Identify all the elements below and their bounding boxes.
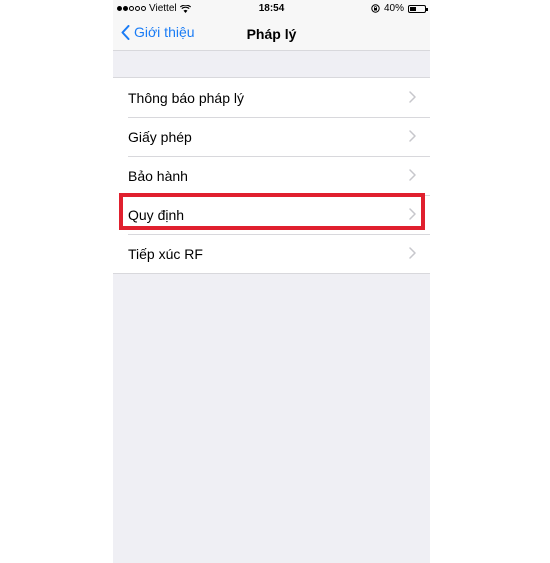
phone-screen: Viettel 18:54 40% Giới thiệu Pháp lý Thô…	[113, 0, 430, 563]
list-item-license[interactable]: Giấy phép	[113, 117, 430, 156]
status-bar: Viettel 18:54 40%	[113, 0, 430, 18]
list-item-label: Thông báo pháp lý	[128, 89, 244, 106]
chevron-right-icon	[409, 91, 416, 103]
rotation-lock-icon	[371, 4, 380, 13]
legal-list: Thông báo pháp lý Giấy phép Bảo hành Quy…	[113, 77, 430, 274]
navigation-bar: Giới thiệu Pháp lý	[113, 18, 430, 51]
list-item-legal-notices[interactable]: Thông báo pháp lý	[113, 78, 430, 117]
status-right: 40%	[371, 3, 428, 14]
list-item-rf-exposure[interactable]: Tiếp xúc RF	[113, 234, 430, 273]
chevron-right-icon	[409, 169, 416, 181]
page-title: Pháp lý	[246, 26, 297, 42]
battery-icon	[408, 4, 428, 13]
list-item-label: Giấy phép	[128, 128, 192, 145]
chevron-right-icon	[409, 208, 416, 220]
battery-percent: 40%	[383, 3, 404, 14]
list-item-label: Bảo hành	[128, 167, 188, 184]
battery-fill	[410, 6, 416, 11]
list-item-warranty[interactable]: Bảo hành	[113, 156, 430, 195]
chevron-right-icon	[409, 247, 416, 259]
list-item-label: Tiếp xúc RF	[128, 245, 203, 262]
list-item-regulatory[interactable]: Quy định	[113, 195, 430, 234]
chevron-right-icon	[409, 130, 416, 142]
list-item-label: Quy định	[128, 206, 185, 223]
